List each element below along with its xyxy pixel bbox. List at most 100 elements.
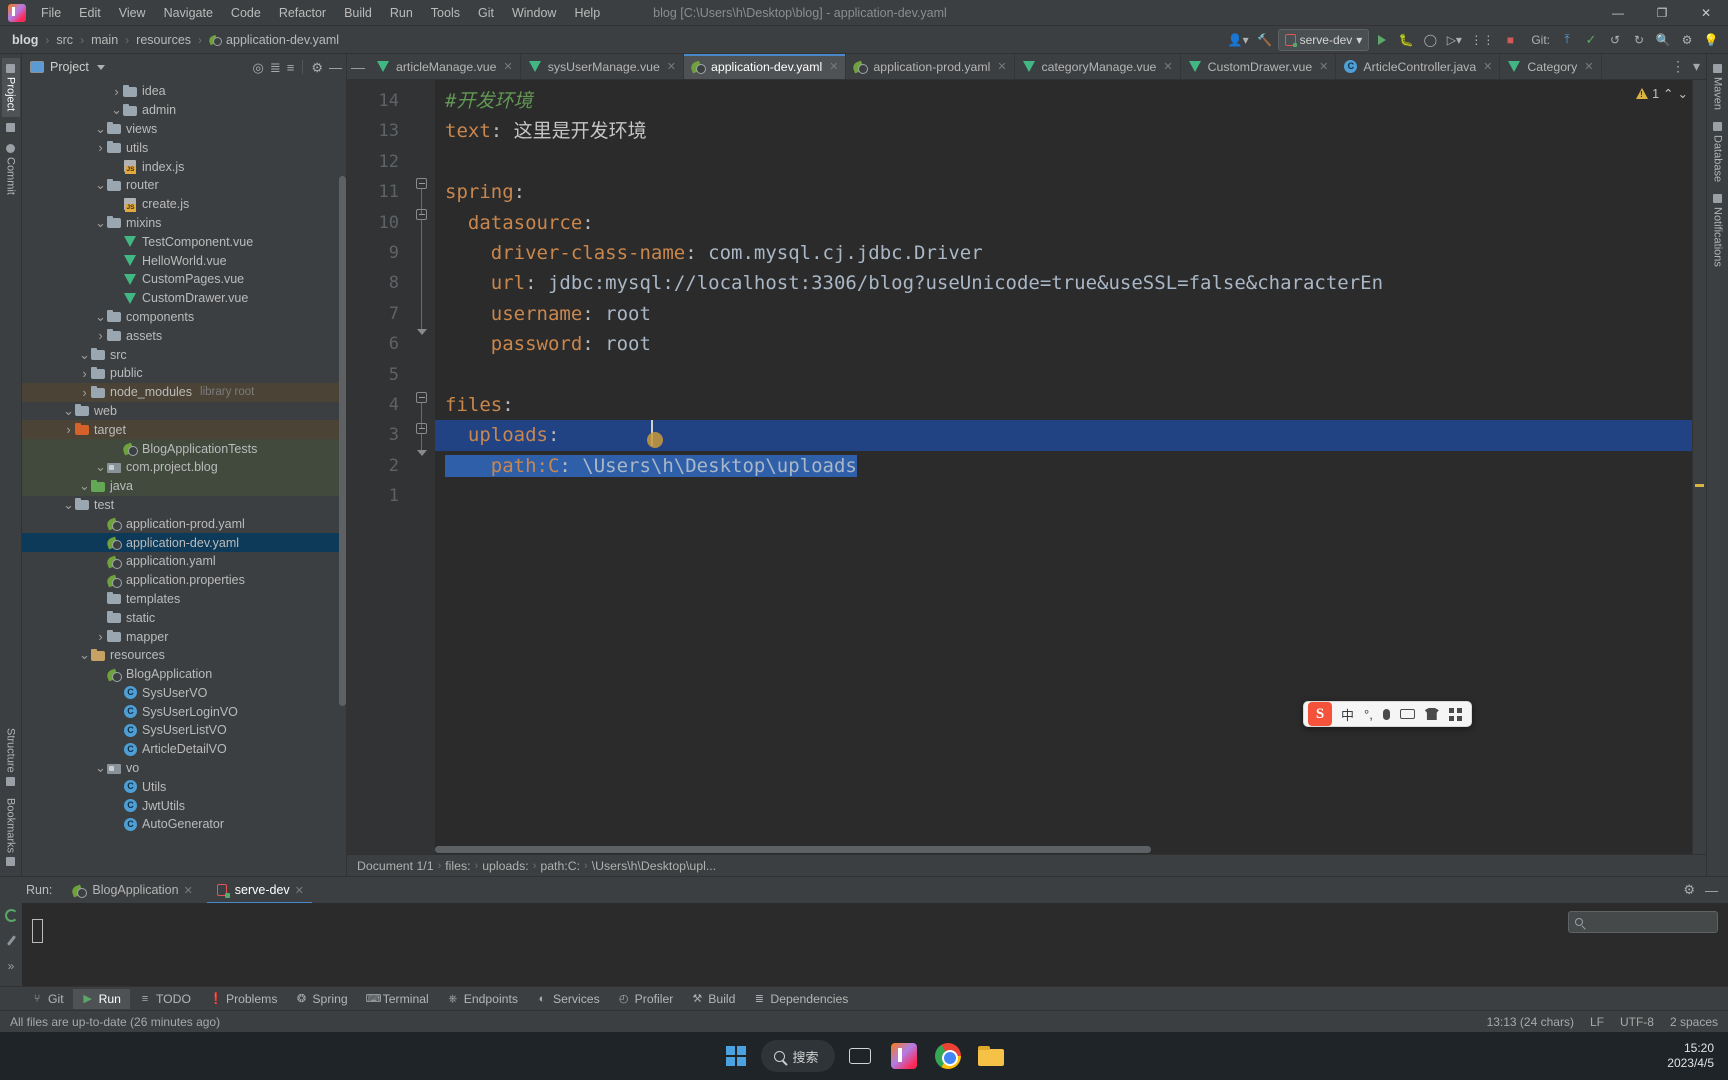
chevron-right-icon[interactable]: › bbox=[78, 385, 91, 400]
tree-node-create-js[interactable]: create.js bbox=[22, 195, 346, 214]
chevron-down-icon[interactable]: ⌄ bbox=[62, 498, 75, 511]
chevron-right-icon[interactable]: › bbox=[94, 328, 107, 343]
tree-node-custompages-vue[interactable]: CustomPages.vue bbox=[22, 270, 346, 289]
tree-node-static[interactable]: static bbox=[22, 608, 346, 627]
code-line-11[interactable]: files: bbox=[435, 390, 1706, 420]
menu-item-view[interactable]: View bbox=[110, 3, 155, 23]
file-encoding[interactable]: UTF-8 bbox=[1620, 1015, 1654, 1029]
close-icon[interactable]: ✕ bbox=[295, 884, 304, 897]
bottom-tab-dependencies[interactable]: ≣ Dependencies bbox=[744, 989, 857, 1009]
maximize-button[interactable]: ❐ bbox=[1640, 0, 1684, 26]
code-area[interactable]: #开发环境 text: 这里是开发环境 spring: datasource: d… bbox=[435, 80, 1706, 854]
tree-node-sysuserloginvo[interactable]: SysUserLoginVO bbox=[22, 702, 346, 721]
menu-item-navigate[interactable]: Navigate bbox=[155, 3, 222, 23]
line-separator[interactable]: LF bbox=[1590, 1015, 1604, 1029]
inspection-next-icon[interactable]: ⌄ bbox=[1678, 86, 1688, 101]
collapse-all-icon[interactable]: ≡ bbox=[287, 61, 295, 74]
tree-node-test[interactable]: ⌄ test bbox=[22, 496, 346, 515]
code-line-3[interactable] bbox=[435, 147, 1706, 177]
gear-icon[interactable]: ⚙ bbox=[311, 61, 323, 74]
skin-icon[interactable] bbox=[1420, 702, 1444, 726]
editor-tab-application-prod-yaml[interactable]: application-prod.yaml ✕ bbox=[846, 54, 1015, 79]
chevron-down-icon[interactable]: ⌄ bbox=[94, 178, 107, 191]
bottom-tab-spring[interactable]: ❂ Spring bbox=[286, 989, 356, 1009]
menu-item-git[interactable]: Git bbox=[469, 3, 503, 23]
menu-item-file[interactable]: File bbox=[32, 3, 70, 23]
sidebar-tab-bookmarks[interactable]: Bookmarks bbox=[2, 792, 20, 872]
chevron-right-icon[interactable]: › bbox=[94, 629, 107, 644]
chevron-down-icon[interactable]: ⌄ bbox=[94, 216, 107, 229]
run-console[interactable]: » bbox=[0, 903, 1728, 986]
close-icon[interactable]: ✕ bbox=[667, 60, 676, 73]
tree-node-blogapplicationtests[interactable]: BlogApplicationTests bbox=[22, 439, 346, 458]
ime-punctuation-toggle[interactable]: °, bbox=[1359, 702, 1378, 726]
tree-node-com-project-blog[interactable]: ⌄ com.project.blog bbox=[22, 457, 346, 477]
gear-icon[interactable]: ⚙ bbox=[1683, 882, 1695, 898]
sidebar-tab-database[interactable]: Database bbox=[1709, 116, 1727, 188]
editor-tab-articlemanage-vue[interactable]: articleManage.vue ✕ bbox=[369, 54, 521, 79]
sidebar-tab-project[interactable]: Project bbox=[1, 58, 20, 118]
editor-breadcrumb-item[interactable]: path:C: bbox=[540, 859, 580, 873]
bottom-tab-profiler[interactable]: ◴ Profiler bbox=[609, 989, 683, 1009]
git-commit-icon[interactable]: ✓ bbox=[1580, 29, 1602, 51]
bottom-tab-build[interactable]: ⚒ Build bbox=[682, 989, 744, 1009]
menu-item-run[interactable]: Run bbox=[381, 3, 422, 23]
menu-item-tools[interactable]: Tools bbox=[422, 3, 469, 23]
sidebar-tab-maven[interactable]: Maven bbox=[1709, 58, 1727, 116]
git-history-icon[interactable]: ↺ bbox=[1604, 29, 1626, 51]
breadcrumb-item-src[interactable]: src bbox=[52, 32, 77, 48]
chevron-down-icon[interactable]: ⌄ bbox=[94, 460, 107, 473]
code-line-13[interactable]: path:C: \Users\h\Desktop\uploads bbox=[435, 451, 1706, 481]
fold-end-uploads[interactable] bbox=[416, 447, 427, 458]
editor-breadcrumb-item[interactable]: uploads: bbox=[482, 859, 529, 873]
fold-marker-datasource[interactable] bbox=[416, 209, 427, 220]
bulb-icon[interactable]: 💡 bbox=[1700, 29, 1722, 51]
more-run-icon[interactable]: ⋮⋮ bbox=[1467, 29, 1497, 51]
tree-node-node-modules[interactable]: › node_modules library root bbox=[22, 382, 346, 402]
editor-tab-category[interactable]: Category ✕ bbox=[1500, 54, 1602, 79]
chevron-down-icon[interactable]: ⌄ bbox=[94, 310, 107, 323]
tree-node-blogapplication[interactable]: BlogApplication bbox=[22, 665, 346, 684]
chrome-icon[interactable] bbox=[929, 1037, 967, 1075]
code-line-9[interactable]: password: root bbox=[435, 329, 1706, 359]
taskbar-search[interactable]: 搜索 bbox=[761, 1040, 835, 1072]
tree-node-components[interactable]: ⌄ components bbox=[22, 308, 346, 327]
close-icon[interactable]: ✕ bbox=[184, 884, 193, 897]
git-update-icon[interactable]: ⤒ bbox=[1556, 29, 1578, 51]
bottom-tab-services[interactable]: ◐ Services bbox=[527, 989, 609, 1009]
tree-node-router[interactable]: ⌄ router bbox=[22, 176, 346, 195]
file-explorer-icon[interactable] bbox=[973, 1037, 1011, 1075]
tab-list-icon[interactable]: ⋮ bbox=[1671, 58, 1685, 75]
tree-node-application-prod-yaml[interactable]: application-prod.yaml bbox=[22, 514, 346, 533]
close-icon[interactable]: ✕ bbox=[1163, 60, 1172, 73]
close-icon[interactable]: ✕ bbox=[1319, 60, 1328, 73]
tree-node-mixins[interactable]: ⌄ mixins bbox=[22, 214, 346, 233]
code-line-8[interactable]: username: root bbox=[435, 299, 1706, 329]
bottom-tab-terminal[interactable]: ⌨ Terminal bbox=[357, 989, 438, 1009]
more-actions-icon[interactable]: » bbox=[8, 959, 15, 973]
coverage-icon[interactable]: ▷▾ bbox=[1443, 29, 1465, 51]
tree-node-helloworld-vue[interactable]: HelloWorld.vue bbox=[22, 251, 346, 270]
error-stripe[interactable] bbox=[1692, 80, 1706, 854]
editor-tab-sysusermanage-vue[interactable]: sysUserManage.vue ✕ bbox=[521, 54, 685, 79]
fold-end-datasource[interactable] bbox=[416, 326, 427, 337]
task-view-icon[interactable] bbox=[841, 1037, 879, 1075]
bottom-tab-endpoints[interactable]: ⎈ Endpoints bbox=[438, 989, 527, 1009]
wrench-icon[interactable] bbox=[5, 934, 18, 947]
stop-icon[interactable]: ■ bbox=[1499, 29, 1521, 51]
tree-node-application-dev-yaml[interactable]: application-dev.yaml bbox=[22, 533, 346, 552]
run-tab-blogapplication[interactable]: BlogApplication ✕ bbox=[64, 880, 200, 901]
bottom-tab-git[interactable]: ⑂ Git bbox=[22, 989, 73, 1009]
tree-node-public[interactable]: › public bbox=[22, 364, 346, 383]
editor-breadcrumb-item[interactable]: files: bbox=[445, 859, 470, 873]
editor-gutter[interactable]: 14 13 12 11 10 9 8 7 6 5 4 3 2 1 bbox=[347, 80, 435, 854]
tab-menu-icon[interactable]: ▾ bbox=[1693, 58, 1700, 75]
tree-node-idea[interactable]: › idea bbox=[22, 82, 346, 101]
inspection-widget[interactable]: 1 ⌃ ⌄ bbox=[1636, 86, 1688, 101]
tree-node-mapper[interactable]: › mapper bbox=[22, 627, 346, 646]
editor-tab-articlecontroller-java[interactable]: ArticleController.java ✕ bbox=[1336, 54, 1501, 79]
sidebar-tab-commit[interactable]: Commit bbox=[2, 138, 20, 201]
taskbar-clock[interactable]: 15:20 2023/4/5 bbox=[1667, 1041, 1714, 1071]
keyboard-icon[interactable] bbox=[1395, 702, 1420, 726]
intellij-idea-icon[interactable] bbox=[885, 1037, 923, 1075]
